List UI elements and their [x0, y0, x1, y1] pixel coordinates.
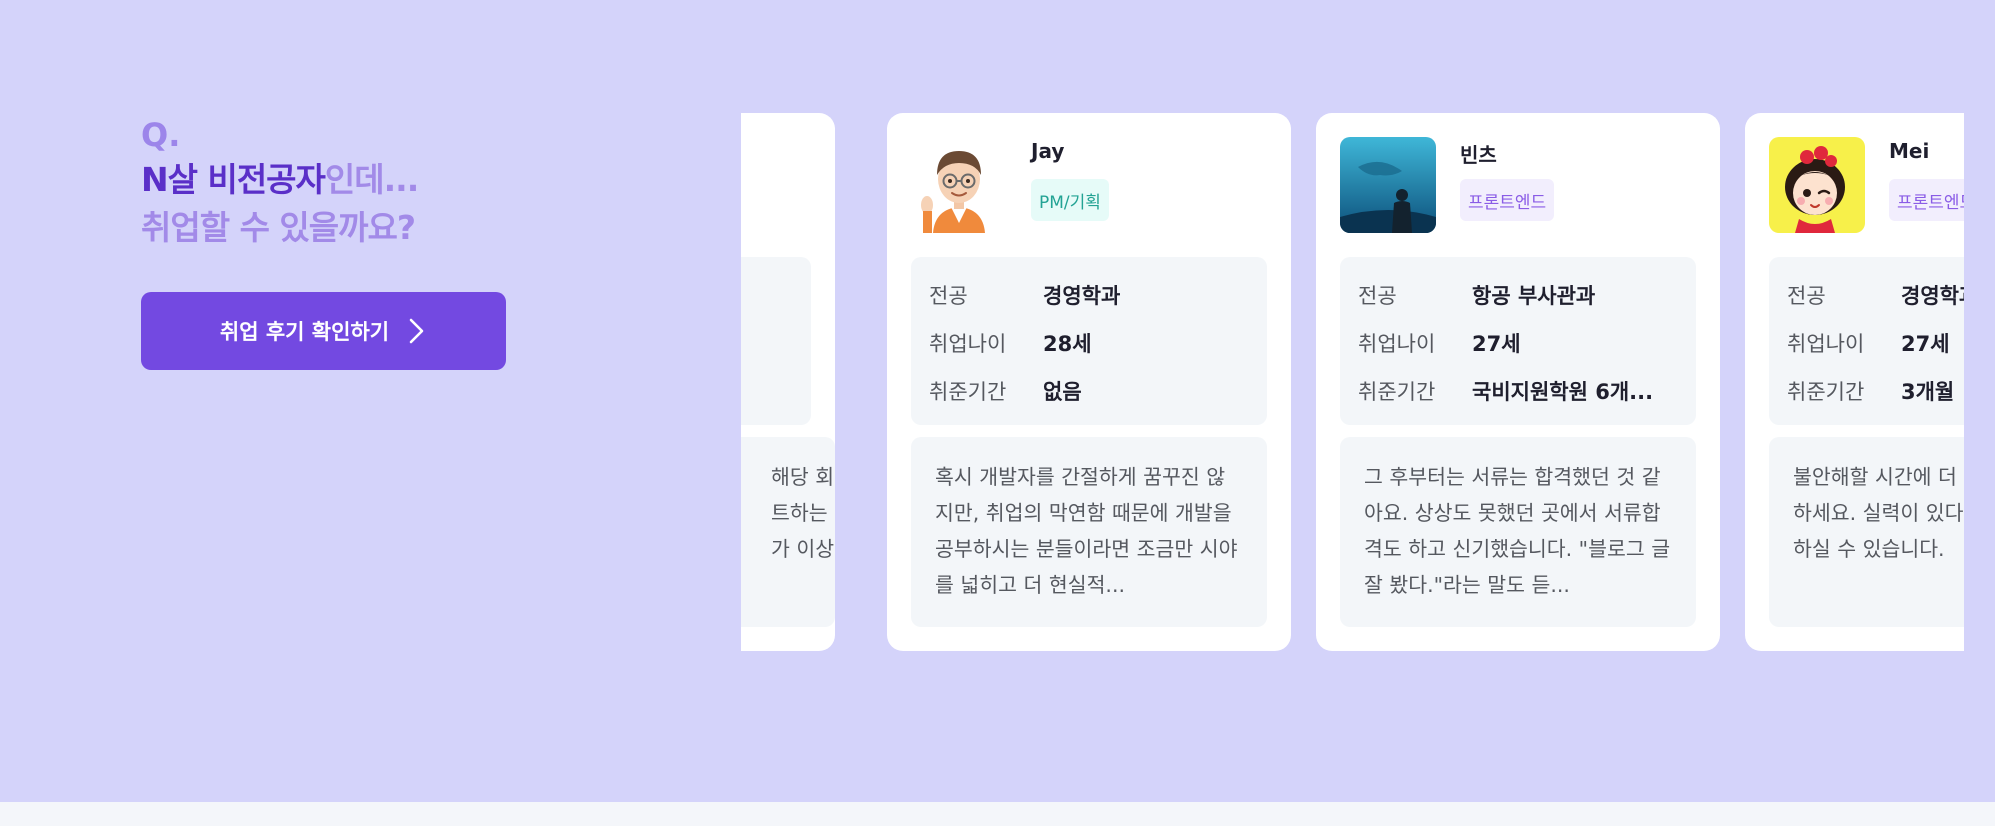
review-card[interactable]: 해당 회 트하는 가 이상 — [741, 113, 835, 651]
profile-info-box — [741, 257, 811, 425]
question-line-1-soft: 인데... — [324, 160, 419, 199]
info-key: 전공 — [1358, 284, 1397, 308]
review-text: 그 후부터는 서류는 합격했던 것 같아요. 상상도 못했던 곳에서 서류합격도… — [1340, 437, 1696, 627]
info-row-major: 전공 경영학과 — [1787, 271, 1964, 319]
avatar — [1340, 137, 1436, 233]
info-row-prep-period: 취준기간 없음 — [929, 367, 1249, 415]
job-tag: 프론트엔드 — [1460, 179, 1555, 221]
question-line-1: N살 비전공자인데... — [141, 156, 419, 204]
review-text: 불안해할 시간에 더 집중하여 공부하세요. 실력이 있다면 취업 분명히 하실… — [1769, 437, 1964, 627]
info-key: 전공 — [1787, 284, 1826, 308]
job-tag: 프론트엔드 — [1889, 179, 1964, 221]
question-heading: Q. N살 비전공자인데... 취업할 수 있을까요? — [141, 114, 419, 252]
info-value: 국비지원학원 6개... — [1472, 380, 1654, 404]
avatar — [1769, 137, 1865, 233]
hero-section: Q. N살 비전공자인데... 취업할 수 있을까요? 취업 후기 확인하기 해… — [0, 0, 1995, 802]
question-mark: Q. — [141, 116, 181, 154]
info-value: 경영학과 — [1043, 284, 1121, 308]
reviewer-name: 빈츠 — [1460, 143, 1497, 167]
profile-info-box: 전공 경영학과 취업나이 27세 취준기간 3개월 — [1769, 257, 1964, 425]
info-row-age: 취업나이 27세 — [1358, 319, 1678, 367]
reviewer-name: Jay — [1031, 139, 1065, 163]
info-row-major: 전공 경영학과 — [929, 271, 1249, 319]
info-row-major: 전공 항공 부사관과 — [1358, 271, 1678, 319]
review-carousel[interactable]: 해당 회 트하는 가 이상 Jay PM/기획 전공 경영학과 취업나이 28세… — [741, 113, 1964, 651]
info-key: 전공 — [929, 284, 968, 308]
profile-info-box: 전공 항공 부사관과 취업나이 27세 취준기간 국비지원학원 6개... — [1340, 257, 1696, 425]
info-key: 취준기간 — [1358, 380, 1436, 404]
question-line-2: 취업할 수 있을까요? — [141, 208, 416, 247]
info-value: 없음 — [1043, 380, 1082, 404]
review-text: 해당 회 트하는 가 이상 — [741, 437, 835, 627]
info-key: 취준기간 — [1787, 380, 1865, 404]
info-row-prep-period: 취준기간 국비지원학원 6개... — [1358, 367, 1678, 415]
info-row-age: 취업나이 27세 — [1787, 319, 1964, 367]
info-row-age: 취업나이 28세 — [929, 319, 1249, 367]
info-row-prep-period: 취준기간 3개월 — [1787, 367, 1964, 415]
page-footer-divider — [0, 802, 1995, 826]
info-value: 27세 — [1901, 332, 1950, 356]
view-reviews-button-label: 취업 후기 확인하기 — [219, 320, 390, 344]
review-card[interactable]: Jay PM/기획 전공 경영학과 취업나이 28세 취준기간 없음 혹시 개발… — [887, 113, 1291, 651]
info-key: 취업나이 — [1787, 332, 1865, 356]
job-tag: PM/기획 — [1031, 179, 1109, 221]
info-value: 27세 — [1472, 332, 1521, 356]
chevron-right-icon — [409, 318, 424, 344]
view-reviews-button[interactable]: 취업 후기 확인하기 — [141, 292, 506, 370]
info-key: 취업나이 — [929, 332, 1007, 356]
info-value: 3개월 — [1901, 380, 1955, 404]
review-card[interactable]: 빈츠 프론트엔드 전공 항공 부사관과 취업나이 27세 취준기간 국비지원학원… — [1316, 113, 1720, 651]
profile-info-box: 전공 경영학과 취업나이 28세 취준기간 없음 — [911, 257, 1267, 425]
cartoon-man-avatar-icon — [911, 137, 1007, 233]
question-line-1-strong: N살 비전공자 — [141, 160, 326, 199]
info-value: 28세 — [1043, 332, 1092, 356]
review-card[interactable]: Mei 프론트엔드 전공 경영학과 취업나이 27세 취준기간 3개월 불안해할… — [1745, 113, 1964, 651]
review-text: 혹시 개발자를 간절하게 꿈꾸진 않지만, 취업의 막연함 때문에 개발을 공부… — [911, 437, 1267, 627]
info-value: 항공 부사관과 — [1472, 284, 1596, 308]
avatar — [911, 137, 1007, 233]
cartoon-girl-avatar-icon — [1769, 137, 1865, 233]
info-key: 취준기간 — [929, 380, 1007, 404]
reviewer-name: Mei — [1889, 139, 1930, 163]
aquarium-photo-avatar-icon — [1340, 137, 1436, 233]
info-key: 취업나이 — [1358, 332, 1436, 356]
info-value: 경영학과 — [1901, 284, 1964, 308]
